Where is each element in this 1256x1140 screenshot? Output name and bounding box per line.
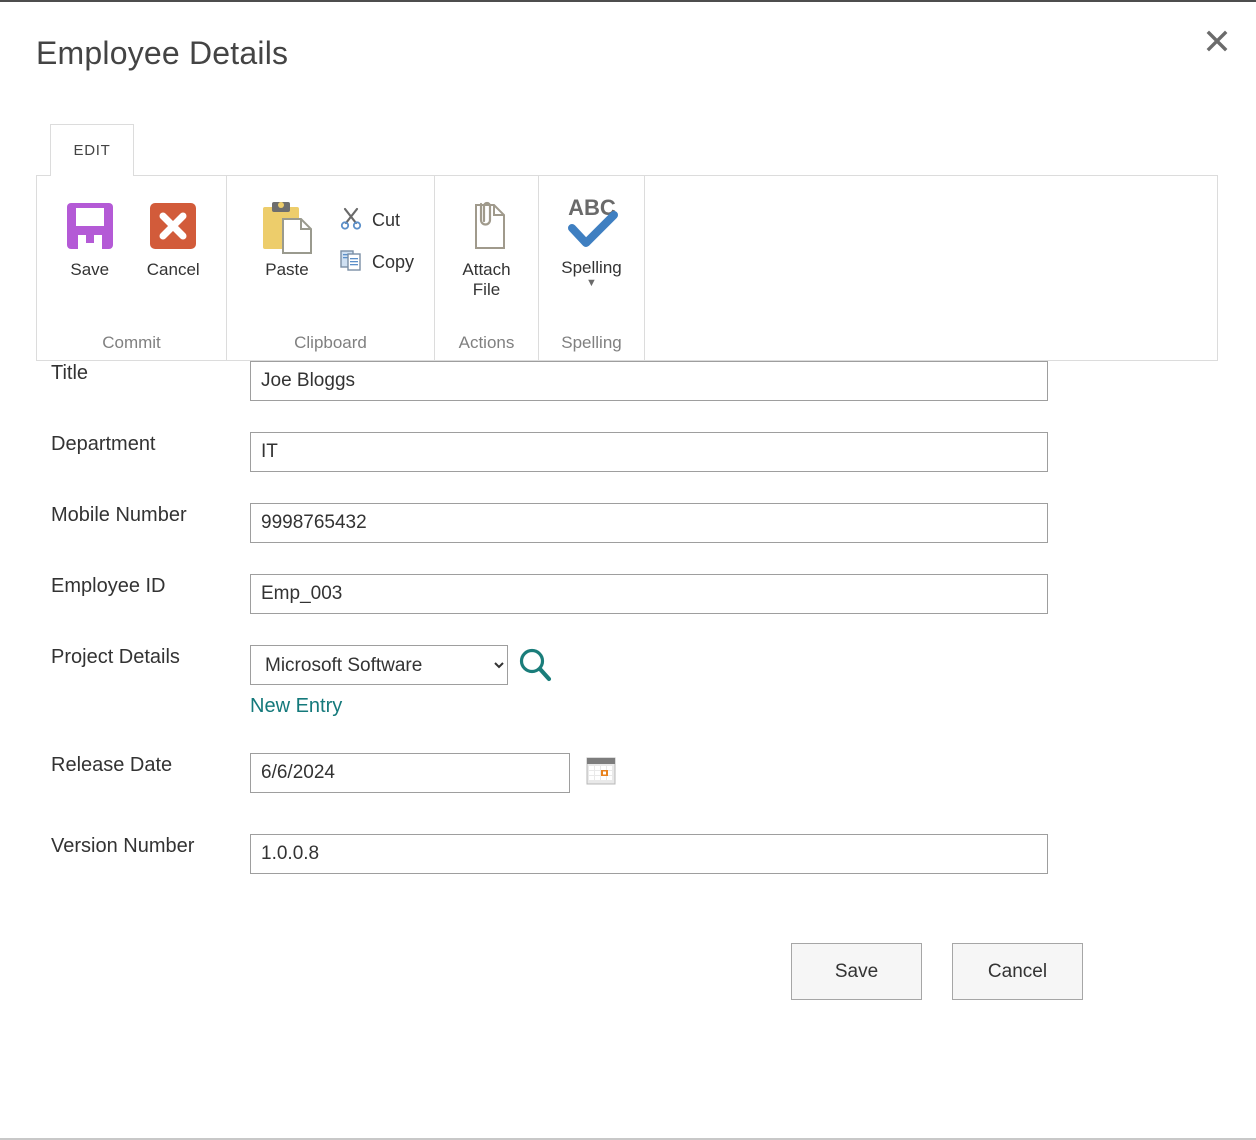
ribbon-spelling-button[interactable]: ABC Spelling ▼	[551, 184, 632, 289]
ribbon-group-clipboard: Paste Cut Copy Clipboard	[227, 176, 435, 360]
cancel-x-icon	[148, 198, 198, 254]
mobile-number-input[interactable]	[250, 503, 1048, 543]
ribbon-spelling-label: Spelling	[561, 258, 622, 277]
employee-details-dialog: Employee Details EDIT Save Cancel Commit…	[0, 0, 1256, 1140]
project-details-select[interactable]: Microsoft Software	[250, 645, 508, 685]
abc-check-icon: ABC	[560, 194, 624, 252]
field-row-title: Title	[0, 361, 1256, 432]
label-title: Title	[51, 362, 89, 384]
cancel-button[interactable]: Cancel	[952, 943, 1083, 1000]
ribbon-attach-file-button[interactable]: Attach File	[447, 184, 526, 300]
ribbon-group-actions-label: Actions	[458, 333, 515, 352]
department-input[interactable]	[250, 432, 1048, 472]
clipboard-icon	[258, 198, 316, 254]
label-employee-id: Employee ID	[51, 575, 166, 597]
tab-edit-label: EDIT	[73, 142, 111, 159]
label-project-details: Project Details	[51, 646, 180, 668]
version-number-input[interactable]	[250, 834, 1048, 874]
ribbon: Save Cancel Commit Paste Cut Copy Clipbo…	[36, 175, 1218, 361]
ribbon-tabstrip: EDIT	[36, 124, 1218, 176]
ribbon-group-spelling: ABC Spelling ▼ Spelling	[539, 176, 645, 360]
field-row-mobile-number: Mobile Number	[0, 503, 1256, 574]
field-row-release-date: Release Date	[0, 753, 1256, 834]
employee-form: Title Department Mobile Number Employee …	[0, 361, 1256, 905]
label-release-date: Release Date	[51, 754, 173, 776]
project-details-controls: Microsoft Software New Entry	[250, 645, 554, 718]
release-date-input[interactable]	[250, 753, 570, 793]
field-row-department: Department	[0, 432, 1256, 503]
ribbon-group-actions: Attach File Actions	[435, 176, 539, 360]
close-icon	[1206, 30, 1228, 52]
ribbon-group-commit-label: Commit	[102, 333, 161, 352]
ribbon-paste-label: Paste	[265, 260, 309, 279]
ribbon-copy-label: Copy	[372, 251, 415, 272]
ribbon-save-button[interactable]: Save	[49, 184, 131, 280]
label-department: Department	[51, 433, 156, 455]
label-version-number: Version Number	[51, 835, 195, 857]
close-button[interactable]	[1200, 24, 1234, 58]
ribbon-copy-button[interactable]: Copy	[339, 248, 414, 276]
ribbon-group-clipboard-label: Clipboard	[294, 333, 367, 352]
floppy-disk-icon	[65, 198, 115, 254]
ribbon-attach-file-label: Attach File	[462, 260, 511, 299]
paperclip-document-icon	[460, 198, 514, 254]
ribbon-group-commit: Save Cancel Commit	[37, 176, 227, 360]
ribbon-cancel-button[interactable]: Cancel	[133, 184, 215, 280]
ribbon-group-spelling-label: Spelling	[561, 333, 622, 352]
form-actions: Save Cancel	[0, 943, 1256, 1000]
field-row-employee-id: Employee ID	[0, 574, 1256, 645]
field-row-version-number: Version Number	[0, 834, 1256, 905]
ribbon-cancel-label: Cancel	[146, 260, 200, 279]
tab-edit[interactable]: EDIT	[50, 124, 134, 176]
ribbon-paste-button[interactable]: Paste	[239, 184, 335, 280]
copy-pages-icon	[339, 248, 363, 277]
calendar-icon[interactable]	[586, 757, 616, 785]
search-magnifier-icon[interactable]	[516, 646, 554, 684]
ribbon-cut-button[interactable]: Cut	[339, 206, 414, 234]
page-title: Employee Details	[36, 35, 289, 71]
ribbon-save-label: Save	[70, 260, 110, 279]
ribbon-cut-label: Cut	[372, 209, 401, 230]
chevron-down-icon[interactable]: ▼	[586, 278, 597, 289]
save-button[interactable]: Save	[791, 943, 922, 1000]
field-row-project-details: Project Details Microsoft Software New E…	[0, 645, 1256, 753]
new-entry-link[interactable]: New Entry	[250, 695, 342, 718]
ribbon-empty-area	[645, 176, 1217, 360]
employee-id-input[interactable]	[250, 574, 1048, 614]
title-input[interactable]	[250, 361, 1048, 401]
label-mobile-number: Mobile Number	[51, 504, 187, 526]
scissors-icon	[339, 206, 363, 235]
